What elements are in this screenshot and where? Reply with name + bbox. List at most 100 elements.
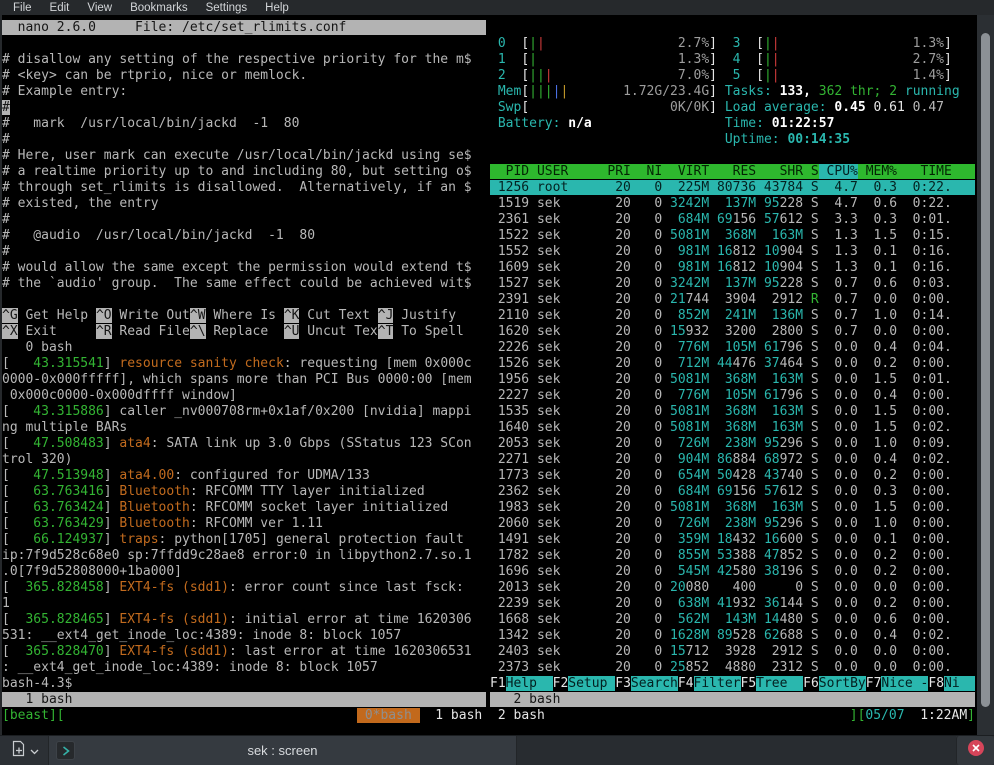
- dmesg-line: 531: __ext4_get_inode_loc:4389: inode 8:…: [2, 628, 486, 644]
- nano-shortcut-replace: ^\ Replace: [190, 324, 284, 339]
- fkey-f6[interactable]: F6SortBy: [803, 676, 866, 691]
- fkey-f8[interactable]: F8Ni: [928, 676, 975, 691]
- process-row-1552[interactable]: 1552 sek 20 0 981M 16812 10904 S 1.3 0.1…: [490, 244, 977, 260]
- process-row-2227[interactable]: 2227 sek 20 0 776M 105M 61796 S 0.0 0.4 …: [490, 388, 977, 404]
- process-row-1522[interactable]: 1522 sek 20 0 5081M 368M 163M S 1.3 1.5 …: [490, 228, 977, 244]
- dmesg-line: [ 43.315886] caller _nv000708rm+0x1af/0x…: [2, 404, 486, 420]
- terminal-screen: nano 2.6.0 File: /etc/set_rlimits.conf #…: [0, 15, 994, 735]
- process-row-2110[interactable]: 2110 sek 20 0 852M 241M 136M S 0.7 1.0 0…: [490, 308, 977, 324]
- mem-meter-tasks-row: Mem[||||| 1.72G/23.4G] Tasks: 133, 362 t…: [490, 84, 977, 100]
- process-row-1526[interactable]: 1526 sek 20 0 712M 44476 37464 S 0.0 0.2…: [490, 356, 977, 372]
- nano-text-line: # would allow the same except the permis…: [2, 260, 486, 276]
- dmesg-line: ng multiple BARs: [2, 420, 486, 436]
- process-row-1527[interactable]: 1527 sek 20 0 3242M 137M 95228 S 0.7 0.6…: [490, 276, 977, 292]
- tab-title: sek : screen: [247, 743, 317, 758]
- nano-status-line: [2, 292, 486, 308]
- tab-bar: sek : screen: [0, 735, 994, 765]
- nano-text-line: #: [2, 244, 486, 260]
- process-row-2271[interactable]: 2271 sek 20 0 904M 86884 68972 S 0.0 0.4…: [490, 452, 977, 468]
- process-row-1620[interactable]: 1620 sek 20 0 15932 3200 2800 S 0.7 0.0 …: [490, 324, 977, 340]
- process-row-1956[interactable]: 1956 sek 20 0 5081M 368M 163M S 0.0 1.5 …: [490, 372, 977, 388]
- process-row-1773[interactable]: 1773 sek 20 0 654M 50428 43740 S 0.0 0.2…: [490, 468, 977, 484]
- process-row-1609[interactable]: 1609 sek 20 0 981M 16812 10904 S 1.3 0.1…: [490, 260, 977, 276]
- menu-item-edit[interactable]: Edit: [41, 2, 79, 14]
- dmesg-line: 0000-0x000fffff], which spans more than …: [2, 372, 486, 388]
- nano-shortcut-justify: ^J Justify: [378, 308, 472, 323]
- nano-shortcut-to-spell: ^T To Spell: [378, 324, 472, 339]
- nano-shortcut-uncut-tex: ^U Uncut Tex: [284, 324, 378, 339]
- fkey-f1[interactable]: F1Help: [490, 676, 553, 691]
- menu-item-help[interactable]: Help: [256, 2, 298, 14]
- process-row-1519[interactable]: 1519 sek 20 0 3242M 137M 95228 S 4.7 0.6…: [490, 196, 977, 212]
- dmesg-line: [ 63.763416] Bluetooth: RFCOMM TTY layer…: [2, 484, 486, 500]
- scrollbar[interactable]: [977, 15, 994, 735]
- menu-item-settings[interactable]: Settings: [197, 2, 257, 14]
- dmesg-line: [ 365.828470] EXT4-fs (sdd1): last error…: [2, 644, 486, 660]
- dmesg-line: [ 63.763429] Bluetooth: RFCOMM ver 1.11: [2, 516, 486, 532]
- process-row-1535[interactable]: 1535 sek 20 0 5081M 368M 163M S 0.0 1.5 …: [490, 404, 977, 420]
- screen-hardstatus-bar: [beast][ 0*bash 1 bash 2 bash][05/07 1:2…: [2, 708, 977, 724]
- nano-shortcut-read-file: ^R Read File: [96, 324, 190, 339]
- new-tab-button[interactable]: [0, 736, 49, 765]
- process-row-2403[interactable]: 2403 sek 20 0 15712 3928 2912 S 0.0 0.0 …: [490, 644, 977, 660]
- process-row-1491[interactable]: 1491 sek 20 0 359M 18432 16600 S 0.0 0.1…: [490, 532, 977, 548]
- fkey-f5[interactable]: F5Tree: [741, 676, 804, 691]
- process-row-1342[interactable]: 1342 sek 20 0 1628M 89528 62688 S 0.0 0.…: [490, 628, 977, 644]
- nano-shortcut-exit: ^X Exit: [2, 324, 96, 339]
- dmesg-line: [ 43.315541] resource sanity check: requ…: [2, 356, 486, 372]
- process-table-header[interactable]: PID USER PRI NI VIRT RES SHR S CPU% MEM%…: [490, 164, 977, 180]
- dmesg-line: [ 47.513948] ata4.00: configured for UDM…: [2, 468, 486, 484]
- nano-text-line: # a realtime priority up to and includin…: [2, 164, 486, 180]
- terminal-prompt-icon: [56, 741, 75, 760]
- fkey-f2[interactable]: F2Setup: [553, 676, 616, 691]
- close-tab-button[interactable]: [956, 736, 994, 765]
- nano-text-line: # Here, user mark can execute /usr/local…: [2, 148, 486, 164]
- nano-shortcut-where-is: ^W Where Is: [190, 308, 284, 323]
- blank-line: [490, 148, 977, 164]
- menu-item-bookmarks[interactable]: Bookmarks: [121, 2, 197, 14]
- close-icon: [967, 739, 985, 762]
- nano-text-line: # mark /usr/local/bin/jackd -1 80: [2, 116, 486, 132]
- process-row-2362[interactable]: 2362 sek 20 0 684M 69156 57612 S 0.0 0.3…: [490, 484, 977, 500]
- process-row-2053[interactable]: 2053 sek 20 0 726M 238M 95296 S 0.0 1.0 …: [490, 436, 977, 452]
- screen-region-right: 0 [|| 2.7%] 3 [|| 1.3%] 1 [| 1.3%] 4 [||…: [490, 20, 977, 708]
- process-row-2373[interactable]: 2373 sek 20 0 25852 4880 2312 S 0.0 0.0 …: [490, 660, 977, 676]
- process-row-1983[interactable]: 1983 sek 20 0 5081M 368M 163M S 0.0 1.5 …: [490, 500, 977, 516]
- process-row-2361[interactable]: 2361 sek 20 0 684M 69156 57612 S 3.3 0.3…: [490, 212, 977, 228]
- process-row-1668[interactable]: 1668 sek 20 0 562M 143M 14480 S 0.0 0.6 …: [490, 612, 977, 628]
- nano-text-line: # <key> can be rtprio, nice or memlock.: [2, 68, 486, 84]
- htop-function-key-bar: F1Help F2Setup F3SearchF4FilterF5Tree F6…: [490, 676, 977, 692]
- process-row-1782[interactable]: 1782 sek 20 0 855M 53388 47852 S 0.0 0.2…: [490, 548, 977, 564]
- process-row-1256[interactable]: 1256 root 20 0 225M 80736 43784 S 4.7 0.…: [490, 180, 977, 196]
- process-row-1640[interactable]: 1640 sek 20 0 5081M 368M 163M S 0.0 1.5 …: [490, 420, 977, 436]
- nano-text-line: # disallow any setting of the respective…: [2, 52, 486, 68]
- process-row-2226[interactable]: 2226 sek 20 0 776M 105M 61796 S 0.0 0.4 …: [490, 340, 977, 356]
- screen-window-2: 2 bash: [498, 708, 545, 723]
- dmesg-line: [ 365.828458] EXT4-fs (sdd1): error coun…: [2, 580, 486, 596]
- dmesg-line: [ 63.763424] Bluetooth: RFCOMM socket la…: [2, 500, 486, 516]
- tab-bar-spacer: [517, 736, 956, 765]
- process-row-2060[interactable]: 2060 sek 20 0 726M 238M 95296 S 0.0 1.0 …: [490, 516, 977, 532]
- dmesg-line: ip:7f9d528c68e0 sp:7ffdd9c28ae8 error:0 …: [2, 548, 486, 564]
- menu-item-view[interactable]: View: [78, 2, 121, 14]
- dmesg-line: .0[7f9d52808000+1ba000]: [2, 564, 486, 580]
- process-row-1696[interactable]: 1696 sek 20 0 545M 42580 38196 S 0.0 0.2…: [490, 564, 977, 580]
- process-row-2013[interactable]: 2013 sek 20 0 20080 400 0 S 0.0 0.0 0:00…: [490, 580, 977, 596]
- menu-item-file[interactable]: File: [4, 2, 41, 14]
- process-row-2239[interactable]: 2239 sek 20 0 638M 41932 36144 S 0.0 0.2…: [490, 596, 977, 612]
- nano-text-line: # through set_rlimits is disallowed. Alt…: [2, 180, 486, 196]
- fkey-f3[interactable]: F3Search: [615, 676, 678, 691]
- uptime-row: Uptime: 00:14:35: [490, 132, 977, 148]
- scrollbar-thumb[interactable]: [981, 33, 990, 707]
- nano-text-line: # Example entry:: [2, 84, 486, 100]
- nano-shortcut-cut-text: ^K Cut Text: [284, 308, 378, 323]
- screen-window-1: 1 bash: [435, 708, 482, 723]
- tab-sek-screen[interactable]: sek : screen: [49, 736, 517, 765]
- fkey-f7[interactable]: F7Nice -: [866, 676, 929, 691]
- nano-shortcut-row: ^X Exit ^R Read File^\ Replace ^U Uncut …: [2, 324, 486, 340]
- blank-line: [490, 20, 977, 36]
- process-row-2391[interactable]: 2391 sek 20 0 21744 3904 2912 R 0.7 0.0 …: [490, 292, 977, 308]
- nano-titlebar: nano 2.6.0 File: /etc/set_rlimits.conf: [2, 20, 486, 36]
- cpu-meter-row: 0 [|| 2.7%] 3 [|| 1.3%]: [490, 36, 977, 52]
- fkey-f4[interactable]: F4Filter: [678, 676, 741, 691]
